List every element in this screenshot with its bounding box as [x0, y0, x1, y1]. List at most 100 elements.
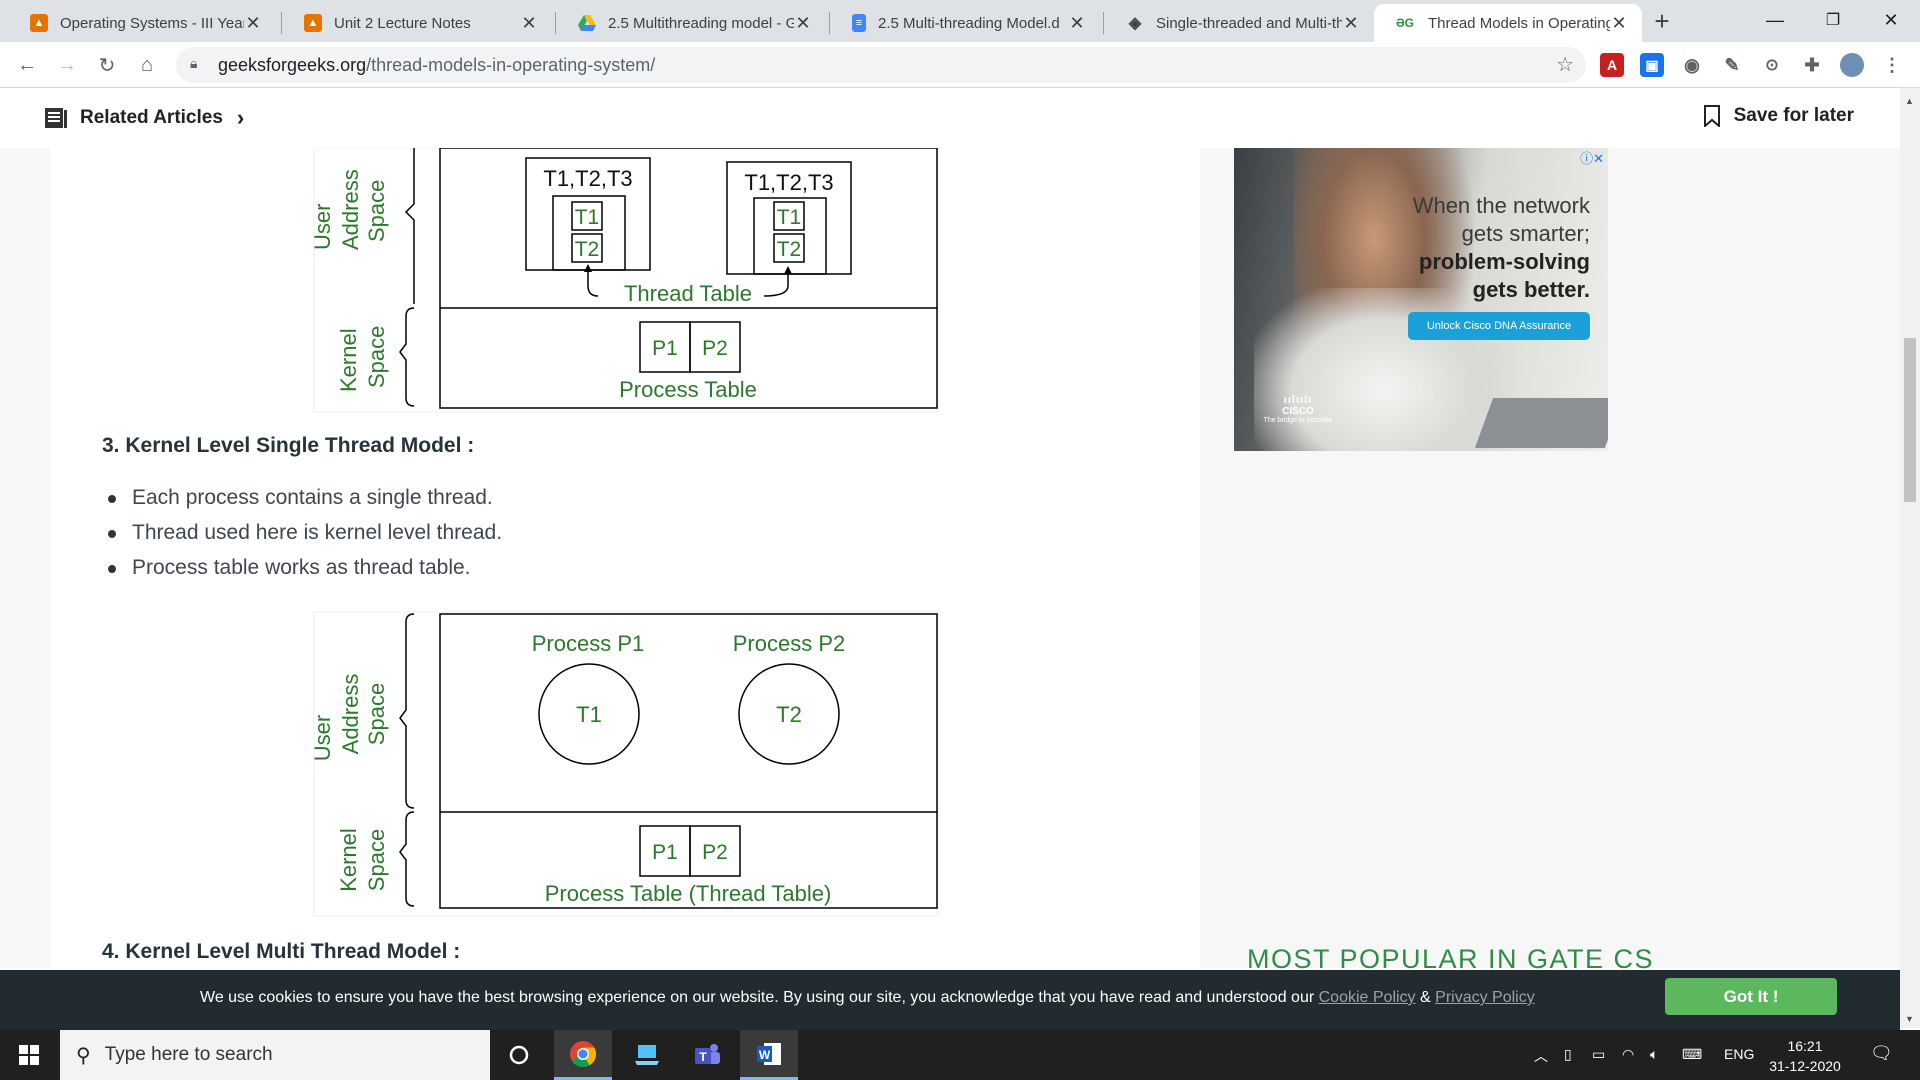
close-icon[interactable]: ✕	[794, 13, 812, 34]
ad-close-icon[interactable]: ⓘ✕	[1580, 148, 1604, 167]
reload-button[interactable]: ↻	[92, 50, 122, 80]
ad-line2: problem-solving gets better.	[1418, 249, 1590, 302]
save-for-later-button[interactable]: Save for later	[1703, 105, 1854, 127]
forward-button[interactable]: →	[52, 50, 82, 80]
scrollbar-thumb[interactable]	[1904, 338, 1916, 502]
word-taskbar-app[interactable]: W	[740, 1030, 798, 1080]
taskbar-search[interactable]: ⚲ Type here to search	[60, 1030, 490, 1080]
list-item: Process table works as thread table.	[108, 550, 502, 585]
tab-title: 2.5 Multi-threading Model.d	[878, 14, 1060, 32]
kernel-space-label-line1: Kernel	[336, 328, 361, 392]
user-level-multi-thread-figure: User Address Space Kernel Space T1,T2,T3…	[310, 147, 942, 416]
cookie-policy-link[interactable]: Cookie Policy	[1319, 989, 1416, 1006]
tab-operating-systems[interactable]: ▲ Operating Systems - III Year I ✕	[10, 4, 276, 42]
scroll-up-icon[interactable]: ▲	[1905, 96, 1914, 106]
url-path: /thread-models-in-operating-system/	[366, 55, 656, 75]
restore-button[interactable]: ❐	[1804, 0, 1862, 40]
windows-taskbar: ⚲ Type here to search T W ︿ ▯ ▭ ◠ 🔈︎ ⌨ E…	[0, 1030, 1920, 1080]
close-icon[interactable]: ✕	[244, 13, 262, 34]
gfg-icon: ƏG	[1395, 16, 1415, 30]
tab-single-multi[interactable]: ◈ Single-threaded and Multi-th ✕	[1106, 4, 1374, 42]
tab-unit2[interactable]: ▲ Unit 2 Lecture Notes ✕	[284, 4, 552, 42]
url-text: geeksforgeeks.org/thread-models-in-opera…	[218, 55, 655, 76]
process-table-label: Process Table (Thread Table)	[545, 881, 832, 906]
teams-icon: T	[695, 1044, 720, 1064]
user-space-label-line1: User	[310, 204, 335, 250]
kernel-space-label-line2: Space	[364, 326, 389, 388]
teams-taskbar-app[interactable]: T	[678, 1030, 736, 1080]
close-window-button[interactable]: ✕	[1862, 0, 1920, 40]
ad-tagline: When the network gets smarter; problem-s…	[1370, 192, 1590, 304]
cookie-banner: We use cookies to ensure you have the be…	[0, 970, 1900, 1030]
taskbar-clock[interactable]: 16:21 31-12-2020	[1760, 1036, 1850, 1076]
section-3-bullets: Each process contains a single thread. T…	[108, 480, 502, 585]
drive-icon	[578, 14, 596, 32]
battery-icon[interactable]: ▭	[1592, 1046, 1605, 1063]
profile-avatar[interactable]	[1840, 53, 1864, 77]
diamond-icon: ◈	[1128, 15, 1142, 32]
tab-multithreading-drive[interactable]: 2.5 Multithreading model - G ✕	[558, 4, 826, 42]
cookie-message: We use cookies to ensure you have the be…	[200, 989, 1535, 1007]
back-button[interactable]: ←	[12, 50, 42, 80]
thread-t2: T2	[776, 702, 802, 727]
address-bar[interactable]: 🔒︎ geeksforgeeks.org/thread-models-in-op…	[176, 47, 1586, 83]
cisco-tagline: The bridge to possible	[1263, 417, 1333, 424]
bookmark-star-icon[interactable]: ☆	[1556, 52, 1574, 77]
cookie-amp: &	[1420, 989, 1431, 1006]
kernel-space-label-line2: Space	[364, 829, 389, 891]
related-articles-button[interactable]: Related Articles ›	[44, 105, 244, 131]
pdf-extension-icon[interactable]: A	[1600, 53, 1624, 77]
user-space-label-line3: Space	[364, 180, 389, 242]
code-extension-icon[interactable]: ⊙	[1760, 53, 1784, 77]
cisco-advertisement[interactable]: ⓘ✕ When the network gets smarter; proble…	[1234, 148, 1608, 451]
screen-extension-icon[interactable]: ▣	[1640, 53, 1664, 77]
minimize-button[interactable]: —	[1746, 0, 1804, 40]
search-placeholder: Type here to search	[104, 1044, 273, 1065]
extensions-puzzle-icon[interactable]: ✚	[1800, 53, 1824, 77]
file-transfer-app[interactable]	[618, 1030, 676, 1080]
tray-overflow-icon[interactable]: ︿	[1534, 1046, 1548, 1066]
section-3-heading: 3. Kernel Level Single Thread Model :	[102, 434, 475, 457]
new-tab-button[interactable]: +	[1648, 8, 1676, 36]
tab-separator	[1103, 12, 1104, 34]
lock-icon: 🔒︎	[190, 55, 198, 71]
thread-t1: T1	[777, 206, 802, 229]
tab-title: 2.5 Multithreading model - G	[608, 14, 794, 32]
got-it-button[interactable]: Got It !	[1665, 978, 1837, 1015]
close-icon[interactable]: ✕	[1068, 13, 1086, 34]
task-view-button[interactable]	[490, 1030, 548, 1080]
left-gutter	[0, 148, 50, 968]
windows-start-button[interactable]	[0, 1030, 58, 1080]
thread-t2: T2	[575, 238, 600, 261]
device-icon[interactable]: ▯	[1564, 1046, 1572, 1063]
privacy-policy-link[interactable]: Privacy Policy	[1435, 989, 1535, 1006]
close-icon[interactable]: ✕	[1610, 13, 1628, 34]
close-icon[interactable]: ✕	[1342, 13, 1360, 34]
menu-dots-icon[interactable]: ⋮	[1880, 53, 1904, 77]
notifications-icon[interactable]: 🗨︎	[1870, 1043, 1893, 1064]
close-icon[interactable]: ✕	[520, 13, 538, 34]
tab-multithreading-doc[interactable]: ≡ 2.5 Multi-threading Model.d ✕	[832, 4, 1100, 42]
language-indicator[interactable]: ENG	[1724, 1046, 1754, 1062]
wifi-icon[interactable]: ◠	[1622, 1046, 1634, 1063]
eyedropper-icon[interactable]: ✎	[1720, 53, 1744, 77]
process-p1: P1	[652, 841, 678, 864]
user-space-label-line1: User	[310, 715, 335, 761]
chrome-taskbar-app[interactable]	[554, 1030, 612, 1080]
orange-doc-icon: ▲	[304, 14, 322, 32]
camera-icon[interactable]: ◉	[1680, 53, 1704, 77]
ad-line1: When the network gets smarter;	[1412, 193, 1590, 246]
keyboard-icon[interactable]: ⌨	[1682, 1046, 1702, 1063]
thread-table-label: Thread Table	[624, 281, 752, 306]
tab-thread-models[interactable]: ƏG Thread Models in Operating ✕	[1374, 4, 1642, 42]
cookie-text: We use cookies to ensure you have the be…	[200, 989, 1315, 1006]
volume-icon[interactable]: 🔈︎	[1650, 1046, 1658, 1063]
user-space-label-line2: Address	[338, 169, 363, 250]
ad-cta-button[interactable]: Unlock Cisco DNA Assurance	[1408, 312, 1590, 340]
home-button[interactable]: ⌂	[132, 50, 162, 80]
user-space-label-line2: Address	[338, 674, 363, 755]
orange-doc-icon: ▲	[30, 14, 48, 32]
scroll-down-icon[interactable]: ▼	[1905, 1014, 1914, 1024]
process-p2: P2	[702, 841, 728, 864]
page-scrollbar[interactable]: ▲ ▼	[1900, 88, 1920, 1028]
